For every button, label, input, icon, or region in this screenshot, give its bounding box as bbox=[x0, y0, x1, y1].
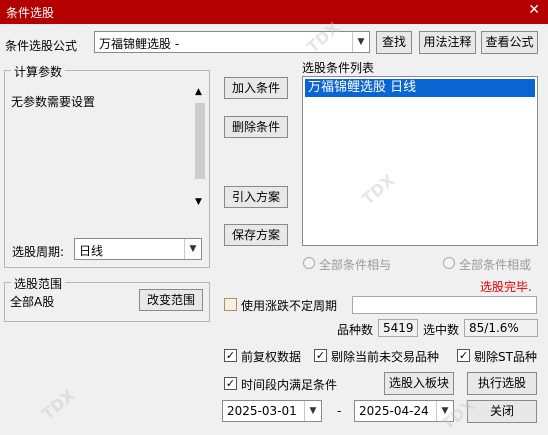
params-group: 计算参数 无参数需要设置 ▲ ▼ 选股周期: 日线 ▼ bbox=[4, 63, 210, 268]
all-and-label: 全部条件相与 bbox=[319, 258, 392, 272]
variable-period-field[interactable] bbox=[352, 296, 537, 314]
all-and-radio[interactable] bbox=[303, 257, 315, 269]
period-label: 选股周期: bbox=[12, 245, 65, 259]
period-select[interactable]: 日线 ▼ bbox=[74, 238, 202, 260]
list-item[interactable]: 万福锦鲤选股 日线 bbox=[305, 79, 535, 97]
conditions-list[interactable]: 万福锦鲤选股 日线 bbox=[302, 76, 538, 246]
scroll-up-icon[interactable]: ▲ bbox=[195, 87, 202, 97]
adjusted-data-checkbox[interactable]: ✓ bbox=[224, 349, 237, 362]
watermark-logo: TDX bbox=[38, 385, 79, 424]
date-separator: - bbox=[337, 404, 342, 418]
scope-group: 选股范围 全部A股 改变范围 bbox=[4, 275, 210, 322]
change-scope-button[interactable]: 改变范围 bbox=[139, 289, 203, 311]
exclude-st-label: 剔除ST品种 bbox=[474, 350, 537, 364]
end-date-picker[interactable]: 2025-04-24 ▼ bbox=[354, 400, 454, 422]
date-range-label: 时间段内满足条件 bbox=[241, 378, 338, 392]
status-text: 选股完毕. bbox=[480, 280, 532, 294]
usage-notes-button[interactable]: 用法注释 bbox=[419, 31, 476, 54]
start-date-picker[interactable]: 2025-03-01 ▼ bbox=[222, 400, 322, 422]
period-select-value: 日线 bbox=[79, 244, 104, 258]
date-range-checkbox[interactable]: ✓ bbox=[224, 377, 237, 390]
add-condition-button[interactable]: 加入条件 bbox=[224, 77, 288, 99]
import-plan-button[interactable]: 引入方案 bbox=[224, 186, 288, 208]
delete-condition-button[interactable]: 删除条件 bbox=[224, 116, 288, 138]
close-button[interactable]: 关闭 bbox=[467, 400, 537, 423]
adjusted-data-label: 前复权数据 bbox=[241, 350, 302, 364]
scope-value: 全部A股 bbox=[10, 295, 55, 309]
chevron-down-icon[interactable]: ▼ bbox=[304, 401, 321, 421]
exclude-untraded-checkbox[interactable]: ✓ bbox=[314, 349, 327, 362]
params-message: 无参数需要设置 bbox=[11, 95, 96, 109]
execute-selection-button[interactable]: 执行选股 bbox=[467, 372, 537, 395]
params-scrollbar[interactable]: ▲ ▼ bbox=[193, 85, 207, 213]
params-legend: 计算参数 bbox=[11, 63, 66, 80]
chevron-down-icon[interactable]: ▼ bbox=[352, 32, 369, 52]
scope-legend: 选股范围 bbox=[11, 275, 66, 292]
view-formula-button[interactable]: 查看公式 bbox=[481, 31, 538, 54]
exclude-st-checkbox[interactable]: ✓ bbox=[457, 349, 470, 362]
conditions-legend: 选股条件列表 bbox=[302, 61, 375, 75]
save-plan-button[interactable]: 保存方案 bbox=[224, 224, 288, 246]
window-title: 条件选股 bbox=[6, 6, 55, 20]
count-value: 5419 bbox=[378, 319, 418, 337]
selected-count-value: 85/1.6% bbox=[464, 319, 538, 337]
close-icon[interactable]: ✕ bbox=[528, 2, 540, 18]
scroll-thumb[interactable] bbox=[195, 103, 205, 179]
find-button[interactable]: 查找 bbox=[376, 31, 412, 54]
count-label: 品种数 bbox=[337, 323, 374, 337]
start-date-value: 2025-03-01 bbox=[227, 404, 297, 418]
formula-select-value: 万福锦鲤选股 - bbox=[99, 37, 180, 51]
formula-select[interactable]: 万福锦鲤选股 - ▼ bbox=[94, 31, 370, 53]
selected-count-label: 选中数 bbox=[423, 323, 460, 337]
exclude-untraded-label: 剔除当前未交易品种 bbox=[331, 350, 440, 364]
chevron-down-icon[interactable]: ▼ bbox=[184, 239, 201, 259]
chevron-down-icon[interactable]: ▼ bbox=[436, 401, 453, 421]
all-or-radio[interactable] bbox=[443, 257, 455, 269]
title-bar: 条件选股 ✕ bbox=[0, 0, 548, 24]
scroll-down-icon[interactable]: ▼ bbox=[195, 197, 202, 207]
all-or-label: 全部条件相或 bbox=[459, 258, 532, 272]
variable-period-label: 使用涨跌不定周期 bbox=[241, 299, 338, 313]
add-to-block-button[interactable]: 选股入板块 bbox=[384, 372, 454, 395]
variable-period-checkbox[interactable] bbox=[224, 298, 237, 311]
formula-label: 条件选股公式 bbox=[5, 39, 78, 53]
end-date-value: 2025-04-24 bbox=[359, 404, 429, 418]
